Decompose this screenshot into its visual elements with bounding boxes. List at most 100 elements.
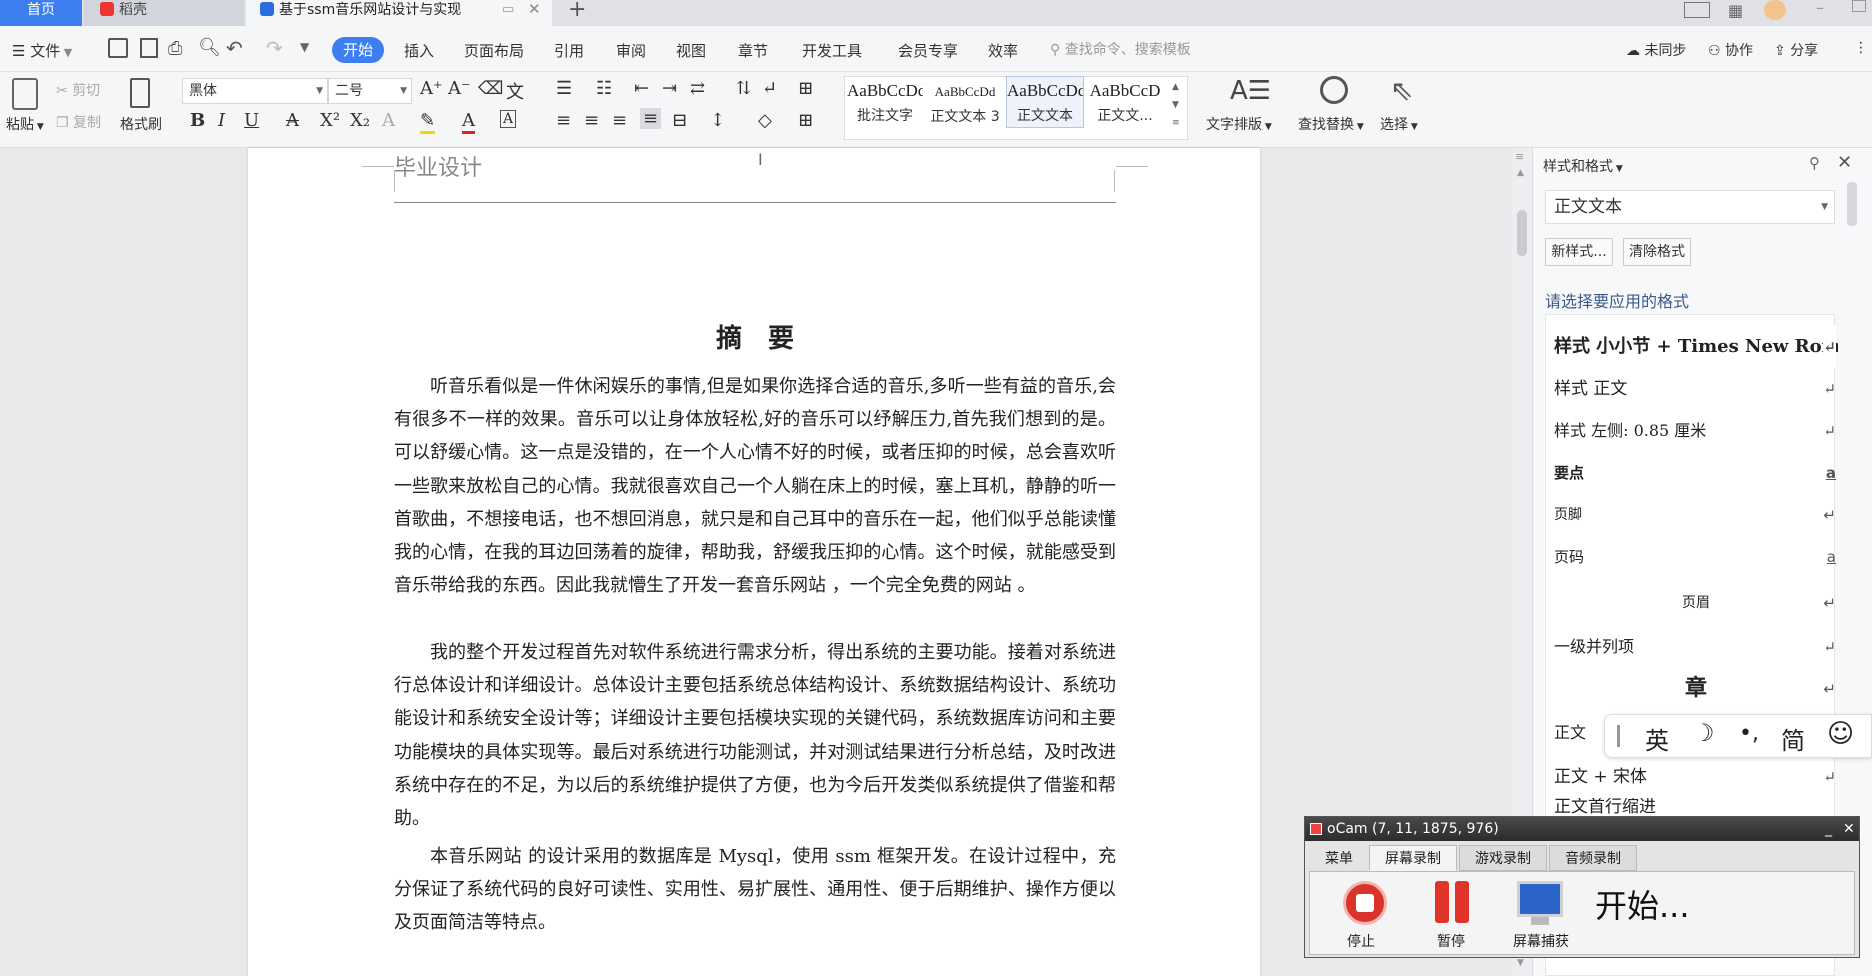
style-item-footer[interactable]: 页脚 ↵ — [1554, 494, 1838, 536]
style-item-first-line-indent[interactable]: 正文首行缩进 — [1554, 798, 1838, 816]
screen-capture-label[interactable]: 屏幕捕获 — [1513, 931, 1569, 951]
emoji-icon[interactable]: ☺ — [1827, 719, 1854, 749]
strikethrough-icon[interactable]: A — [286, 110, 299, 131]
shrink-font-icon[interactable]: A⁻ — [448, 78, 471, 99]
share-button[interactable]: ⇪ 分享 — [1774, 40, 1818, 60]
scroll-down-icon[interactable]: ▼ — [1517, 958, 1524, 968]
menu-tab-review[interactable]: 审阅 — [616, 40, 646, 61]
style-card-body-text-more[interactable]: AaBbCcD 正文文... — [1086, 76, 1164, 128]
cursor-select-icon[interactable]: ⇖ — [1390, 74, 1413, 107]
style-item-key-point[interactable]: 要点 a — [1554, 452, 1838, 494]
sync-status[interactable]: ☁ 未同步 — [1626, 40, 1686, 60]
style-card-body-text[interactable]: AaBbCcDd 正文文本 — [1006, 76, 1084, 128]
ime-lang-toggle[interactable]: 英 — [1645, 721, 1669, 756]
align-center-icon[interactable]: ≡ — [584, 110, 599, 131]
font-color-icon[interactable]: A — [462, 110, 475, 134]
layout-icon[interactable] — [1684, 2, 1710, 18]
find-replace-icon[interactable] — [1320, 76, 1348, 104]
format-painter-icon[interactable] — [130, 78, 150, 108]
ocam-titlebar[interactable]: oCam (7, 11, 1875, 976) _ ✕ — [1305, 817, 1859, 841]
grid-icon[interactable]: ▦ — [1728, 1, 1743, 20]
pause-label[interactable]: 暂停 — [1437, 931, 1465, 951]
redo-icon[interactable]: ↷ — [266, 36, 283, 60]
style-item-left-indent[interactable]: 样式 左侧: 0.85 厘米 ↵ — [1554, 410, 1838, 452]
copy-button[interactable]: ❐ 复制 — [56, 112, 101, 132]
text-effect-icon[interactable]: A — [382, 110, 395, 131]
char-border-icon[interactable]: A — [500, 110, 517, 128]
style-item-body[interactable]: 样式 正文 ↵ — [1554, 368, 1838, 410]
text-direction-icon[interactable]: ⇄ — [690, 78, 705, 99]
cut-button[interactable]: ✂ 剪切 — [56, 80, 100, 100]
shading-icon[interactable]: ◇ — [758, 110, 772, 131]
justify-icon[interactable]: ≡ — [640, 108, 662, 129]
italic-icon[interactable]: I — [218, 110, 225, 131]
minimize-icon[interactable]: _ — [1825, 817, 1832, 841]
file-menu[interactable]: ☰ 文件 ▼ — [12, 40, 72, 61]
line-spacing-icon[interactable]: ↕ — [710, 110, 725, 131]
tab-home[interactable]: 首页 — [0, 0, 82, 26]
sort-icon[interactable]: ⇅ — [736, 78, 751, 99]
style-item-header[interactable]: 页眉 ↵ — [1554, 582, 1838, 624]
stop-label[interactable]: 停止 — [1347, 931, 1375, 951]
ocam-tab-menu[interactable]: 菜单 — [1311, 845, 1367, 871]
menu-tab-references[interactable]: 引用 — [554, 40, 584, 61]
ime-simplified-toggle[interactable]: 简 — [1781, 721, 1805, 756]
more-icon[interactable]: ⋮ — [1854, 40, 1868, 56]
ocam-tab-game-record[interactable]: 游戏录制 — [1459, 845, 1547, 871]
border-icon[interactable]: ⊞ — [798, 110, 813, 131]
style-item-normal-songti[interactable]: 正文 + 宋体 ↵ — [1554, 756, 1838, 798]
scroll-up-icon[interactable]: ▲ — [1517, 168, 1524, 178]
show-marks-icon[interactable]: ↵ — [762, 78, 777, 99]
decrease-indent-icon[interactable]: ⇤ — [634, 78, 649, 99]
collab-button[interactable]: ⚇ 协作 — [1708, 40, 1753, 60]
stop-record-icon[interactable] — [1343, 881, 1387, 925]
highlight-icon[interactable]: ✎ — [420, 110, 436, 134]
print-icon[interactable]: ⎙ — [168, 38, 182, 59]
print-preview-icon[interactable]: 🔍︎ — [198, 37, 221, 58]
close-panel-icon[interactable]: ✕ — [1837, 152, 1852, 173]
half-width-icon[interactable]: ☽ — [1693, 719, 1715, 747]
menu-tab-efficiency[interactable]: 效率 — [988, 40, 1018, 61]
document-page[interactable]: 毕业设计 I 摘 要 听音乐看似是一件休闲娱乐的事情,但是如果你选择合适的音乐,… — [248, 148, 1260, 976]
clear-format-icon[interactable]: ⌫ — [478, 78, 503, 99]
ime-punct-toggle[interactable]: •, — [1739, 721, 1759, 746]
bullet-list-icon[interactable]: ☰ — [556, 78, 572, 99]
menu-tab-page-layout[interactable]: 页面布局 — [464, 40, 524, 61]
panel-title[interactable]: 样式和格式 ▼ — [1543, 156, 1623, 176]
select-button[interactable]: 选择 ▼ — [1380, 114, 1418, 134]
format-painter-button[interactable]: 格式刷 — [120, 114, 162, 134]
style-item-level1-parallel[interactable]: 一级并列项 ↵ — [1554, 626, 1838, 668]
align-left-icon[interactable]: ≡ — [556, 110, 571, 131]
phonetic-guide-icon[interactable]: 文 — [506, 78, 524, 104]
text-layout-icon[interactable]: A☰ — [1230, 76, 1271, 106]
superscript-icon[interactable]: X² — [320, 110, 340, 131]
pause-bar[interactable] — [1435, 881, 1449, 923]
new-tab-icon[interactable]: + — [568, 0, 586, 22]
pin-icon[interactable]: ▭ — [502, 0, 514, 20]
paste-button[interactable]: 粘贴 ▼ — [6, 114, 44, 134]
menu-tab-insert[interactable]: 插入 — [404, 40, 434, 61]
font-name-select[interactable]: 黑体 ▼ — [182, 78, 328, 104]
increase-indent-icon[interactable]: ⇥ — [662, 78, 677, 99]
command-search[interactable]: ⚲ 查找命令、搜索模板 — [1050, 39, 1270, 61]
paste-icon[interactable] — [12, 78, 38, 110]
save-icon[interactable] — [108, 38, 128, 58]
ocam-tab-audio-record[interactable]: 音频录制 — [1549, 845, 1637, 871]
grow-font-icon[interactable]: A⁺ — [420, 78, 443, 99]
menu-tab-view[interactable]: 视图 — [676, 40, 706, 61]
clear-format-button[interactable]: 清除格式 — [1623, 238, 1691, 266]
bold-icon[interactable]: B — [190, 110, 205, 131]
ocam-tab-screen-record[interactable]: 屏幕录制 — [1369, 845, 1457, 871]
find-replace-button[interactable]: 查找替换 ▼ — [1298, 114, 1364, 134]
close-icon[interactable]: ✕ — [1843, 817, 1855, 841]
style-gallery-scroll[interactable]: ▲ ▼ ≡ — [1172, 78, 1180, 132]
underline-icon[interactable]: U — [244, 110, 259, 131]
menu-tab-member[interactable]: 会员专享 — [898, 40, 958, 61]
tab-document[interactable]: 基于ssm音乐网站设计与实现 ▭ ✕ — [246, 0, 552, 26]
style-item-subsection[interactable]: 样式 小小节 + Times New Roman ↵ — [1554, 326, 1838, 368]
split-handle-icon[interactable]: ≡ — [1515, 150, 1524, 163]
close-tab-icon[interactable]: ✕ — [528, 0, 541, 19]
pin-panel-icon[interactable]: ⚲ — [1809, 154, 1820, 172]
style-card-body-text-3[interactable]: AaBbCcDd 正文文本 3 — [926, 76, 1004, 128]
maximize-icon[interactable] — [1852, 0, 1866, 12]
